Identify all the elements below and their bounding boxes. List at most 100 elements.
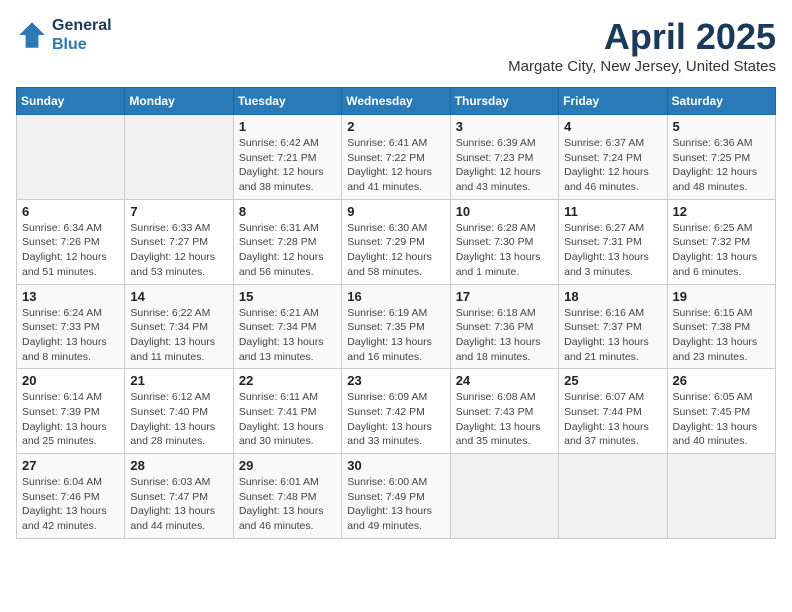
day-info: Sunrise: 6:41 AMSunset: 7:22 PMDaylight:… bbox=[347, 136, 444, 195]
calendar-cell: 25 Sunrise: 6:07 AMSunset: 7:44 PMDayligh… bbox=[559, 369, 667, 454]
calendar-week-row: 27 Sunrise: 6:04 AMSunset: 7:46 PMDayligh… bbox=[17, 454, 776, 539]
day-number: 1 bbox=[239, 119, 336, 134]
day-info: Sunrise: 6:21 AMSunset: 7:34 PMDaylight:… bbox=[239, 306, 336, 365]
day-info: Sunrise: 6:16 AMSunset: 7:37 PMDaylight:… bbox=[564, 306, 661, 365]
day-info: Sunrise: 6:07 AMSunset: 7:44 PMDaylight:… bbox=[564, 390, 661, 449]
day-info: Sunrise: 6:22 AMSunset: 7:34 PMDaylight:… bbox=[130, 306, 227, 365]
day-info: Sunrise: 6:04 AMSunset: 7:46 PMDaylight:… bbox=[22, 475, 119, 534]
day-info: Sunrise: 6:15 AMSunset: 7:38 PMDaylight:… bbox=[673, 306, 770, 365]
day-number: 5 bbox=[673, 119, 770, 134]
day-info: Sunrise: 6:39 AMSunset: 7:23 PMDaylight:… bbox=[456, 136, 553, 195]
day-info: Sunrise: 6:00 AMSunset: 7:49 PMDaylight:… bbox=[347, 475, 444, 534]
day-number: 11 bbox=[564, 204, 661, 219]
page-header: General Blue April 2025 Margate City, Ne… bbox=[16, 16, 776, 75]
day-info: Sunrise: 6:18 AMSunset: 7:36 PMDaylight:… bbox=[456, 306, 553, 365]
day-number: 24 bbox=[456, 373, 553, 388]
calendar-cell: 18 Sunrise: 6:16 AMSunset: 7:37 PMDayligh… bbox=[559, 284, 667, 369]
weekday-header: Saturday bbox=[667, 88, 775, 115]
calendar-week-row: 20 Sunrise: 6:14 AMSunset: 7:39 PMDayligh… bbox=[17, 369, 776, 454]
calendar-cell: 2 Sunrise: 6:41 AMSunset: 7:22 PMDaylight… bbox=[342, 115, 450, 200]
calendar-header-row: SundayMondayTuesdayWednesdayThursdayFrid… bbox=[17, 88, 776, 115]
day-info: Sunrise: 6:37 AMSunset: 7:24 PMDaylight:… bbox=[564, 136, 661, 195]
logo: General Blue bbox=[16, 16, 112, 54]
day-number: 30 bbox=[347, 458, 444, 473]
day-number: 2 bbox=[347, 119, 444, 134]
day-info: Sunrise: 6:09 AMSunset: 7:42 PMDaylight:… bbox=[347, 390, 444, 449]
day-info: Sunrise: 6:01 AMSunset: 7:48 PMDaylight:… bbox=[239, 475, 336, 534]
day-number: 28 bbox=[130, 458, 227, 473]
day-number: 17 bbox=[456, 289, 553, 304]
day-info: Sunrise: 6:25 AMSunset: 7:32 PMDaylight:… bbox=[673, 221, 770, 280]
calendar-cell: 17 Sunrise: 6:18 AMSunset: 7:36 PMDayligh… bbox=[450, 284, 558, 369]
day-number: 6 bbox=[22, 204, 119, 219]
day-number: 3 bbox=[456, 119, 553, 134]
logo-text: General Blue bbox=[52, 16, 112, 54]
calendar-cell bbox=[125, 115, 233, 200]
calendar-cell: 14 Sunrise: 6:22 AMSunset: 7:34 PMDayligh… bbox=[125, 284, 233, 369]
calendar-cell: 9 Sunrise: 6:30 AMSunset: 7:29 PMDaylight… bbox=[342, 199, 450, 284]
day-info: Sunrise: 6:05 AMSunset: 7:45 PMDaylight:… bbox=[673, 390, 770, 449]
weekday-header: Friday bbox=[559, 88, 667, 115]
day-info: Sunrise: 6:24 AMSunset: 7:33 PMDaylight:… bbox=[22, 306, 119, 365]
calendar-cell: 10 Sunrise: 6:28 AMSunset: 7:30 PMDayligh… bbox=[450, 199, 558, 284]
day-info: Sunrise: 6:03 AMSunset: 7:47 PMDaylight:… bbox=[130, 475, 227, 534]
day-number: 16 bbox=[347, 289, 444, 304]
calendar-week-row: 13 Sunrise: 6:24 AMSunset: 7:33 PMDayligh… bbox=[17, 284, 776, 369]
weekday-header: Wednesday bbox=[342, 88, 450, 115]
day-info: Sunrise: 6:36 AMSunset: 7:25 PMDaylight:… bbox=[673, 136, 770, 195]
calendar-subtitle: Margate City, New Jersey, United States bbox=[508, 58, 776, 75]
day-info: Sunrise: 6:31 AMSunset: 7:28 PMDaylight:… bbox=[239, 221, 336, 280]
weekday-header: Monday bbox=[125, 88, 233, 115]
day-number: 23 bbox=[347, 373, 444, 388]
day-number: 9 bbox=[347, 204, 444, 219]
weekday-header: Sunday bbox=[17, 88, 125, 115]
calendar-cell bbox=[667, 454, 775, 539]
day-number: 8 bbox=[239, 204, 336, 219]
day-number: 21 bbox=[130, 373, 227, 388]
calendar-cell: 26Sunrise: 6:05 AMSunset: 7:45 PMDayligh… bbox=[667, 369, 775, 454]
calendar-cell: 23 Sunrise: 6:09 AMSunset: 7:42 PMDayligh… bbox=[342, 369, 450, 454]
logo-icon bbox=[16, 19, 48, 51]
calendar-cell: 11Sunrise: 6:27 AMSunset: 7:31 PMDayligh… bbox=[559, 199, 667, 284]
calendar-cell: 1Sunrise: 6:42 AMSunset: 7:21 PMDaylight… bbox=[233, 115, 341, 200]
day-number: 19 bbox=[673, 289, 770, 304]
day-number: 18 bbox=[564, 289, 661, 304]
day-number: 27 bbox=[22, 458, 119, 473]
calendar-cell: 20 Sunrise: 6:14 AMSunset: 7:39 PMDayligh… bbox=[17, 369, 125, 454]
calendar-cell: 21 Sunrise: 6:12 AMSunset: 7:40 PMDayligh… bbox=[125, 369, 233, 454]
day-info: Sunrise: 6:08 AMSunset: 7:43 PMDaylight:… bbox=[456, 390, 553, 449]
day-number: 20 bbox=[22, 373, 119, 388]
day-number: 4 bbox=[564, 119, 661, 134]
calendar-cell: 16 Sunrise: 6:19 AMSunset: 7:35 PMDayligh… bbox=[342, 284, 450, 369]
calendar-cell: 29 Sunrise: 6:01 AMSunset: 7:48 PMDayligh… bbox=[233, 454, 341, 539]
calendar-table: SundayMondayTuesdayWednesdayThursdayFrid… bbox=[16, 87, 776, 539]
calendar-cell: 13 Sunrise: 6:24 AMSunset: 7:33 PMDayligh… bbox=[17, 284, 125, 369]
day-number: 13 bbox=[22, 289, 119, 304]
day-number: 14 bbox=[130, 289, 227, 304]
calendar-cell bbox=[559, 454, 667, 539]
title-block: April 2025 Margate City, New Jersey, Uni… bbox=[508, 16, 776, 75]
day-number: 10 bbox=[456, 204, 553, 219]
day-number: 15 bbox=[239, 289, 336, 304]
day-info: Sunrise: 6:19 AMSunset: 7:35 PMDaylight:… bbox=[347, 306, 444, 365]
day-info: Sunrise: 6:33 AMSunset: 7:27 PMDaylight:… bbox=[130, 221, 227, 280]
day-info: Sunrise: 6:11 AMSunset: 7:41 PMDaylight:… bbox=[239, 390, 336, 449]
calendar-cell: 4 Sunrise: 6:37 AMSunset: 7:24 PMDaylight… bbox=[559, 115, 667, 200]
calendar-cell: 19 Sunrise: 6:15 AMSunset: 7:38 PMDayligh… bbox=[667, 284, 775, 369]
day-info: Sunrise: 6:12 AMSunset: 7:40 PMDaylight:… bbox=[130, 390, 227, 449]
calendar-cell: 24 Sunrise: 6:08 AMSunset: 7:43 PMDayligh… bbox=[450, 369, 558, 454]
weekday-header: Thursday bbox=[450, 88, 558, 115]
day-number: 25 bbox=[564, 373, 661, 388]
calendar-cell bbox=[17, 115, 125, 200]
day-info: Sunrise: 6:28 AMSunset: 7:30 PMDaylight:… bbox=[456, 221, 553, 280]
day-info: Sunrise: 6:14 AMSunset: 7:39 PMDaylight:… bbox=[22, 390, 119, 449]
calendar-week-row: 6Sunrise: 6:34 AMSunset: 7:26 PMDaylight… bbox=[17, 199, 776, 284]
day-number: 29 bbox=[239, 458, 336, 473]
calendar-cell: 22 Sunrise: 6:11 AMSunset: 7:41 PMDayligh… bbox=[233, 369, 341, 454]
calendar-cell: 5 Sunrise: 6:36 AMSunset: 7:25 PMDaylight… bbox=[667, 115, 775, 200]
calendar-cell: 28 Sunrise: 6:03 AMSunset: 7:47 PMDayligh… bbox=[125, 454, 233, 539]
day-number: 22 bbox=[239, 373, 336, 388]
calendar-cell: 30 Sunrise: 6:00 AMSunset: 7:49 PMDayligh… bbox=[342, 454, 450, 539]
calendar-week-row: 1Sunrise: 6:42 AMSunset: 7:21 PMDaylight… bbox=[17, 115, 776, 200]
day-info: Sunrise: 6:30 AMSunset: 7:29 PMDaylight:… bbox=[347, 221, 444, 280]
